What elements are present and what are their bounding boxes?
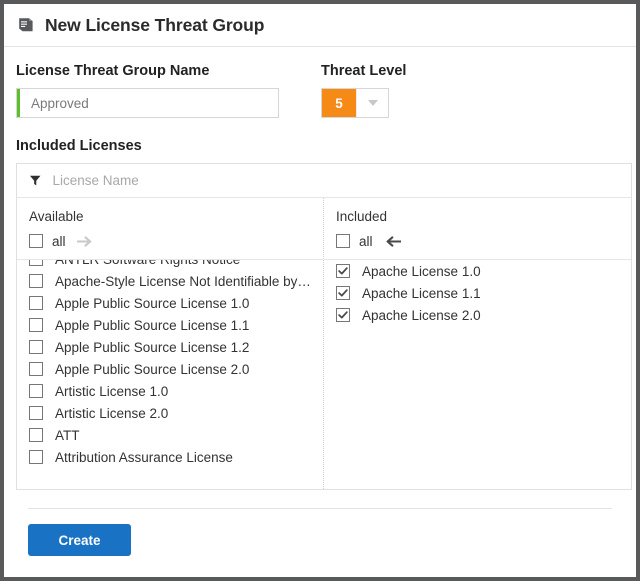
threat-level-label: Threat Level bbox=[321, 63, 407, 79]
filter-row[interactable] bbox=[17, 164, 631, 198]
arrow-right-icon[interactable] bbox=[76, 235, 94, 248]
list-item[interactable]: Apple Public Source License 1.2 bbox=[17, 336, 323, 358]
included-column-title: Included bbox=[336, 209, 388, 224]
page-title: New License Threat Group bbox=[45, 14, 265, 35]
threat-level-select[interactable]: 5 bbox=[321, 88, 389, 118]
list-item-checkbox[interactable] bbox=[336, 286, 350, 300]
threat-level-block: Threat Level 5 bbox=[321, 63, 406, 118]
list-item-checkbox[interactable] bbox=[29, 428, 43, 442]
list-item-label: Apache-Style License Not Identifiable by… bbox=[55, 273, 311, 289]
list-item-label: Apple Public Source License 1.0 bbox=[55, 295, 250, 311]
list-item-label: Apache License 1.1 bbox=[362, 285, 481, 301]
dialog-header: New License Threat Group bbox=[4, 4, 636, 47]
name-input-wrapper[interactable] bbox=[16, 88, 279, 118]
validity-indicator bbox=[17, 89, 20, 117]
included-all-label: all bbox=[359, 233, 373, 249]
included-column-header: Included all bbox=[324, 198, 631, 260]
list-item-label: Apple Public Source License 2.0 bbox=[55, 361, 250, 377]
book-icon bbox=[19, 18, 33, 32]
list-item-label: Apple Public Source License 1.1 bbox=[55, 317, 250, 333]
name-field-label: License Threat Group Name bbox=[16, 63, 210, 79]
available-all-checkbox[interactable] bbox=[29, 234, 43, 248]
list-item[interactable]: ANTLR Software Rights Notice bbox=[17, 260, 323, 270]
list-item[interactable]: Apache License 2.0 bbox=[324, 304, 631, 326]
available-column-title: Available bbox=[29, 209, 84, 224]
list-item-checkbox[interactable] bbox=[29, 406, 43, 420]
list-item-checkbox[interactable] bbox=[29, 340, 43, 354]
available-column-header: Available all bbox=[17, 198, 323, 260]
included-all-row: all bbox=[336, 232, 619, 250]
list-item-label: Apache License 2.0 bbox=[362, 307, 481, 323]
picker-columns: Available all ANTLR Software Rights Noti… bbox=[17, 198, 631, 489]
list-item[interactable]: Apache License 1.1 bbox=[324, 282, 631, 304]
list-item[interactable]: Attribution Assurance License bbox=[17, 446, 323, 468]
list-item[interactable]: Artistic License 2.0 bbox=[17, 402, 323, 424]
list-item-checkbox[interactable] bbox=[29, 260, 43, 266]
list-item-checkbox[interactable] bbox=[29, 384, 43, 398]
arrow-left-icon[interactable] bbox=[384, 235, 401, 248]
list-item-checkbox[interactable] bbox=[29, 362, 43, 376]
available-all-label: all bbox=[52, 233, 66, 249]
list-item-checkbox[interactable] bbox=[29, 318, 43, 332]
list-item-checkbox[interactable] bbox=[29, 274, 43, 288]
top-fields-row: License Threat Group Name Threat Level 5 bbox=[16, 63, 624, 118]
license-threat-group-name-input[interactable] bbox=[17, 89, 278, 117]
available-all-row: all bbox=[29, 232, 311, 250]
name-field-block: License Threat Group Name bbox=[16, 63, 308, 118]
list-item-label: Apple Public Source License 1.2 bbox=[55, 339, 250, 355]
filter-icon bbox=[29, 175, 41, 186]
list-item[interactable]: Apache License 1.0 bbox=[324, 260, 631, 282]
included-all-checkbox[interactable] bbox=[336, 234, 350, 248]
list-item-checkbox[interactable] bbox=[336, 308, 350, 322]
list-item-label: Artistic License 1.0 bbox=[55, 383, 169, 399]
list-item-label: Artistic License 2.0 bbox=[55, 405, 169, 421]
chevron-down-icon[interactable] bbox=[356, 89, 388, 117]
list-item[interactable]: Apple Public Source License 2.0 bbox=[17, 358, 323, 380]
list-item-label: ANTLR Software Rights Notice bbox=[55, 260, 240, 267]
list-item[interactable]: ATT bbox=[17, 424, 323, 446]
included-list[interactable]: Apache License 1.0 Apache License 1.1 Apac… bbox=[324, 260, 631, 489]
list-item-checkbox[interactable] bbox=[29, 450, 43, 464]
list-item[interactable]: Apple Public Source License 1.0 bbox=[17, 292, 323, 314]
dialog-body: License Threat Group Name Threat Level 5… bbox=[4, 47, 636, 556]
included-column: Included all Apache License 1.0 Apache Li… bbox=[324, 198, 631, 489]
list-item-checkbox[interactable] bbox=[29, 296, 43, 310]
list-item-label: Apache License 1.0 bbox=[362, 263, 481, 279]
available-column: Available all ANTLR Software Rights Noti… bbox=[17, 198, 324, 489]
list-item[interactable]: Apache-Style License Not Identifiable by… bbox=[17, 270, 323, 292]
list-item-label: Attribution Assurance License bbox=[55, 449, 233, 465]
list-item-label: ATT bbox=[55, 427, 80, 443]
threat-level-value: 5 bbox=[322, 89, 356, 117]
list-item[interactable]: Artistic License 1.0 bbox=[17, 380, 323, 402]
license-name-filter-input[interactable] bbox=[50, 172, 619, 189]
dialog-window: New License Threat Group License Threat … bbox=[0, 0, 640, 581]
dialog-footer: Create bbox=[28, 508, 612, 556]
included-licenses-heading: Included Licenses bbox=[16, 138, 142, 154]
available-list[interactable]: ANTLR Software Rights Notice Apache-Style… bbox=[17, 260, 323, 489]
list-item-checkbox[interactable] bbox=[336, 264, 350, 278]
create-button[interactable]: Create bbox=[28, 524, 131, 556]
license-picker: Available all ANTLR Software Rights Noti… bbox=[16, 163, 632, 490]
list-item[interactable]: Apple Public Source License 1.1 bbox=[17, 314, 323, 336]
